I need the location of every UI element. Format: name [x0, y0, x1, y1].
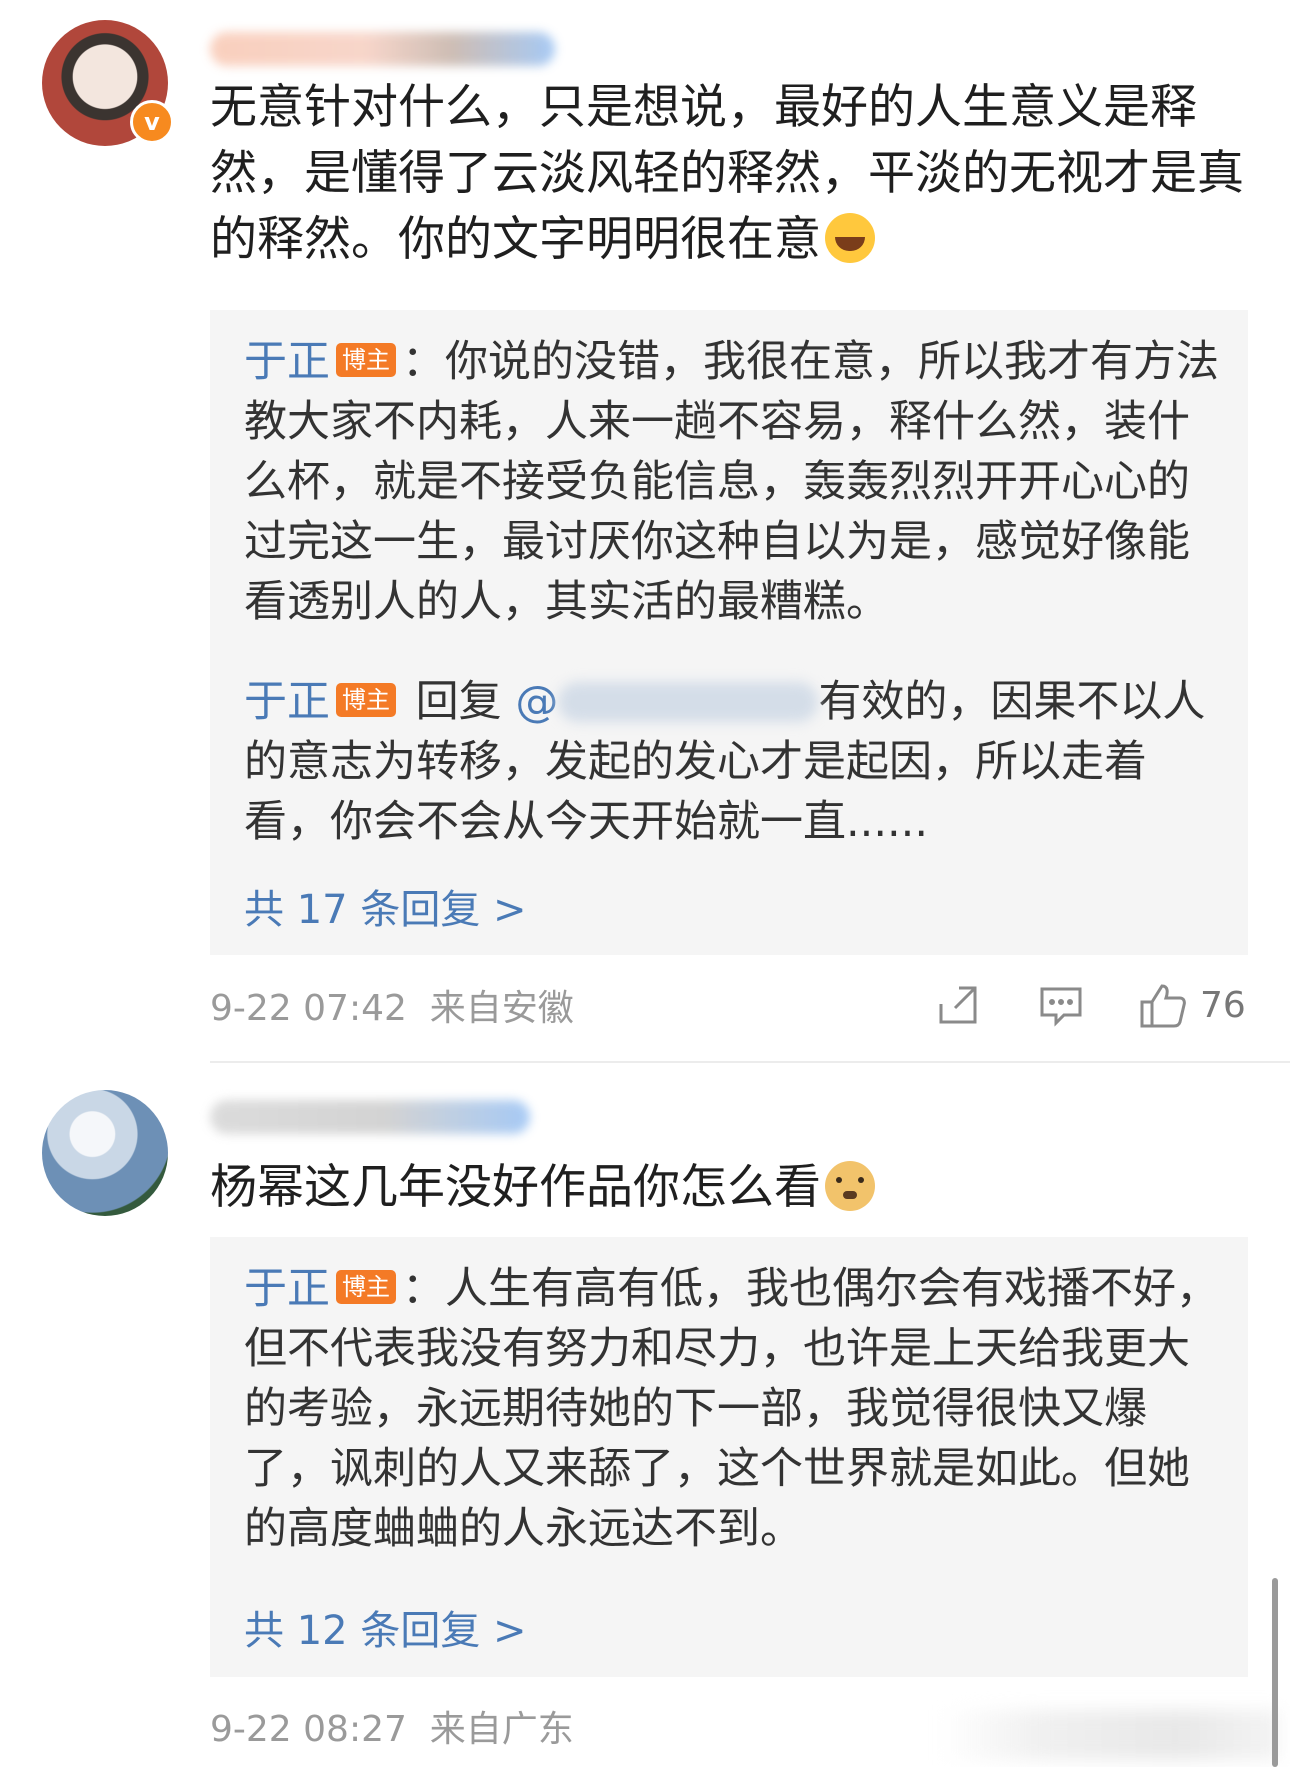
reply-author[interactable]: 于正: [244, 1264, 330, 1314]
comment-location: 来自广东: [429, 1709, 574, 1750]
view-all-replies-link[interactable]: 共 17 条回复 >: [244, 884, 527, 936]
share-button[interactable]: [935, 982, 981, 1028]
laugh-cry-emoji-icon: [825, 213, 875, 263]
username-blurred[interactable]: [210, 1100, 530, 1134]
blogger-tag: 博主: [336, 343, 396, 377]
comment-icon: [1040, 987, 1082, 1027]
blogger-tag: 博主: [336, 1270, 396, 1304]
comment-button[interactable]: [1038, 985, 1084, 1027]
comment-meta: 9-22 07:42 来自安徽: [210, 984, 574, 1034]
comment-text: 无意针对什么，只是想说，最好的人生意义是释然，是懂得了云淡风轻的释然，平淡的无视…: [210, 80, 1244, 267]
comment-divider: [210, 1061, 1290, 1063]
reply-preview-box[interactable]: 于正 博主 ：你说的没错，我很在意，所以我才有方法教大家不内耗，人来一趟不容易，释什…: [210, 310, 1248, 955]
avatar[interactable]: [42, 1090, 168, 1216]
username-blurred[interactable]: [210, 32, 555, 66]
share-icon: [939, 986, 977, 1024]
blogger-tag: 博主: [336, 683, 396, 717]
verified-badge-icon: v: [130, 100, 174, 144]
scrollbar[interactable]: [1272, 1578, 1278, 1767]
comment-location: 来自安徽: [429, 988, 574, 1029]
blogger-reply: 于正 博主 ：人生有高有低，我也偶尔会有戏播不好，但不代表我没有努力和尽力，也许是上…: [244, 1264, 1219, 1554]
blogger-reply: 于正 博主 ：你说的没错，我很在意，所以我才有方法教大家不内耗，人来一趟不容易，释什…: [244, 337, 1219, 627]
blogger-reply: 于正 博主 回复 @ 有效的，因果不以人的意志为转移，发起的发心才是起因，所以走着看…: [244, 677, 1206, 847]
reply-author[interactable]: 于正: [244, 677, 330, 727]
comment-time: 9-22 07:42: [210, 988, 407, 1029]
doge-emoji-icon: [825, 1161, 875, 1211]
like-icon: [1140, 984, 1186, 1028]
like-button[interactable]: 76: [1138, 980, 1246, 1030]
comment-time: 9-22 08:27: [210, 1709, 407, 1750]
view-all-replies-link[interactable]: 共 12 条回复 >: [244, 1605, 527, 1657]
reply-preview-box[interactable]: 于正 博主 ：人生有高有低，我也偶尔会有戏播不好，但不代表我没有努力和尽力，也许是上…: [210, 1237, 1248, 1677]
mention-blurred[interactable]: [558, 682, 819, 722]
reply-author[interactable]: 于正: [244, 337, 330, 387]
comment-meta: 9-22 08:27 来自广东: [210, 1705, 574, 1755]
like-count: 76: [1200, 984, 1246, 1026]
comment-text: 杨幂这几年没好作品你怎么看: [210, 1155, 1250, 1221]
action-bar-blurred: [940, 1710, 1280, 1760]
